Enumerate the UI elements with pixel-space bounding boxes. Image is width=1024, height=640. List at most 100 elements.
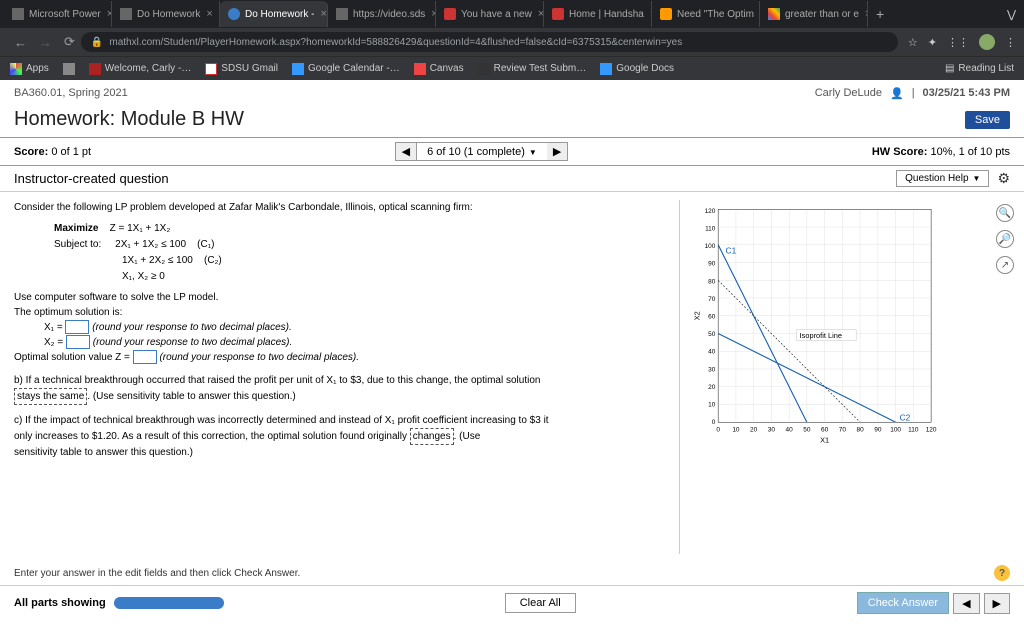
svg-text:70: 70 (708, 296, 716, 303)
bookmarks-bar: Apps Welcome, Carly -… SDSU Gmail Google… (0, 56, 1024, 80)
tab-add-button[interactable]: + (868, 6, 892, 22)
zoom-in-icon[interactable]: 🔍 (996, 204, 1014, 222)
svg-text:0: 0 (712, 419, 716, 426)
apps-icon (10, 63, 22, 75)
bm-apps[interactable]: Apps (10, 63, 49, 75)
question-content: Consider the following LP problem develo… (0, 192, 1024, 562)
prev-question-button[interactable]: ◀ (396, 143, 417, 160)
reading-list-button[interactable]: ▤Reading List (945, 63, 1014, 74)
svg-text:C2: C2 (900, 412, 911, 422)
tab-video[interactable]: https://video.sds× (328, 1, 436, 27)
tab-google[interactable]: greater than or e× (760, 1, 868, 27)
tab-bb[interactable]: Microsoft Power× (4, 1, 112, 27)
all-parts-label: All parts showing (14, 597, 106, 609)
bm-welcome[interactable]: Welcome, Carly -… (89, 63, 192, 75)
round-hint-2: (round your response to two decimal plac… (93, 337, 293, 348)
check-answer-button[interactable]: Check Answer (857, 592, 949, 614)
reload-button[interactable]: ⟳ (64, 34, 75, 50)
bm-calendar[interactable]: Google Calendar -… (292, 63, 400, 75)
save-button[interactable]: Save (965, 111, 1010, 129)
zoom-out-icon[interactable]: 🔎 (996, 230, 1014, 248)
objective-fn: Z = 1X₁ + 1X₂ (110, 223, 171, 234)
globe-icon (336, 8, 348, 20)
svg-text:30: 30 (768, 426, 776, 433)
browser-tab-strip: Microsoft Power× Do Homework× Do Homewor… (0, 0, 1024, 28)
bm-docs[interactable]: Google Docs (600, 63, 674, 75)
site-icon (89, 63, 101, 75)
progress-bar (114, 597, 224, 609)
svg-text:120: 120 (926, 426, 937, 433)
svg-text:20: 20 (750, 426, 758, 433)
next-question-button[interactable]: ▶ (547, 143, 567, 160)
svg-text:70: 70 (839, 426, 847, 433)
bm-gmail[interactable]: SDSU Gmail (205, 63, 278, 75)
gear-icon[interactable]: ⚙ (997, 170, 1010, 187)
tab-chegg[interactable]: Need "The Optim× (652, 1, 760, 27)
chegg-icon (660, 8, 672, 20)
changes-dropdown[interactable]: changes (410, 428, 454, 445)
tab-hw1[interactable]: Do Homework× (112, 1, 220, 27)
svg-text:60: 60 (821, 426, 829, 433)
x1-label: X₁ = (44, 322, 63, 333)
part-c-line2: only increases to $1.20. As a result of … (14, 431, 407, 442)
hw-score-label: HW Score: (872, 146, 928, 158)
x1-input[interactable] (65, 320, 89, 334)
svg-text:X2: X2 (693, 311, 702, 320)
svg-text:80: 80 (708, 278, 716, 285)
forward-button[interactable]: → (39, 35, 52, 50)
tab-hw2-active[interactable]: Do Homework -× (220, 1, 328, 27)
solve-intro: Use computer software to solve the LP mo… (14, 290, 669, 305)
svg-text:60: 60 (708, 314, 716, 321)
address-bar-row: ← → ⟳ 🔒 mathxl.com/Student/PlayerHomewor… (0, 28, 1024, 56)
x2-input[interactable] (66, 335, 90, 349)
constraint-2: 1X₁ + 2X₂ ≤ 100 (122, 255, 193, 266)
tab-handshake[interactable]: Home | Handsha× (544, 1, 652, 27)
prev-part-button[interactable]: ◀ (953, 593, 979, 614)
part-b-text: b) If a technical breakthrough occurred … (14, 375, 540, 386)
solve-intro2: The optimum solution is: (14, 305, 669, 320)
bm-folder[interactable] (63, 63, 75, 75)
answer-hint: Enter your answer in the edit fields and… (14, 568, 300, 579)
bm-review[interactable]: Review Test Subm… (478, 63, 587, 75)
round-hint-1: (round your response to two decimal plac… (92, 322, 292, 333)
intro-text: Consider the following LP problem develo… (14, 200, 669, 215)
user-name: Carly DeLude (815, 87, 882, 99)
close-icon[interactable]: × (320, 8, 326, 20)
bm-canvas[interactable]: Canvas (414, 63, 464, 75)
menu-icon[interactable]: ⋮ (1005, 36, 1016, 49)
star-icon[interactable]: ☆ (908, 36, 918, 49)
z-label: Optimal solution value Z = (14, 352, 130, 363)
datetime: 03/25/21 5:43 PM (923, 87, 1010, 99)
score-value: 0 of 1 pt (51, 146, 91, 158)
question-position[interactable]: 6 of 10 (1 complete)▼ (417, 144, 547, 160)
question-help-button[interactable]: Question Help▼ (896, 170, 989, 187)
svg-text:40: 40 (786, 426, 794, 433)
back-button[interactable]: ← (14, 35, 27, 50)
question-type: Instructor-created question (14, 171, 169, 186)
clear-all-button[interactable]: Clear All (505, 593, 576, 613)
close-icon[interactable]: × (206, 8, 212, 20)
svg-text:120: 120 (705, 208, 716, 215)
equalizer-icon[interactable]: ⋮⋮ (947, 36, 969, 49)
instructor-row: Instructor-created question Question Hel… (0, 166, 1024, 192)
z-input[interactable] (133, 350, 157, 364)
close-icon[interactable]: × (865, 8, 868, 20)
round-hint-3: (round your response to two decimal plac… (159, 352, 359, 363)
tab-mail[interactable]: You have a new× (436, 1, 544, 27)
part-c-line1: c) If the impact of technical breakthrou… (14, 413, 669, 428)
tab-overflow-icon[interactable]: ⋁ (999, 8, 1024, 21)
course-header: BA360.01, Spring 2021 Carly DeLude 👤 | 0… (0, 80, 1024, 106)
stays-same-dropdown[interactable]: stays the same (14, 388, 87, 405)
help-badge[interactable]: ? (994, 565, 1010, 581)
address-bar[interactable]: 🔒 mathxl.com/Student/PlayerHomework.aspx… (81, 32, 898, 52)
part-c-line3: . (Use (454, 431, 481, 442)
next-part-button[interactable]: ▶ (984, 593, 1010, 614)
svg-text:50: 50 (708, 331, 716, 338)
extension-icon[interactable]: ✦ (928, 36, 937, 49)
profile-icon[interactable] (979, 34, 995, 50)
lock-icon: 🔒 (91, 37, 103, 48)
folder-icon (63, 63, 75, 75)
popout-icon[interactable]: ↗ (996, 256, 1014, 274)
svg-text:C1: C1 (726, 246, 737, 256)
doc-icon (120, 8, 132, 20)
